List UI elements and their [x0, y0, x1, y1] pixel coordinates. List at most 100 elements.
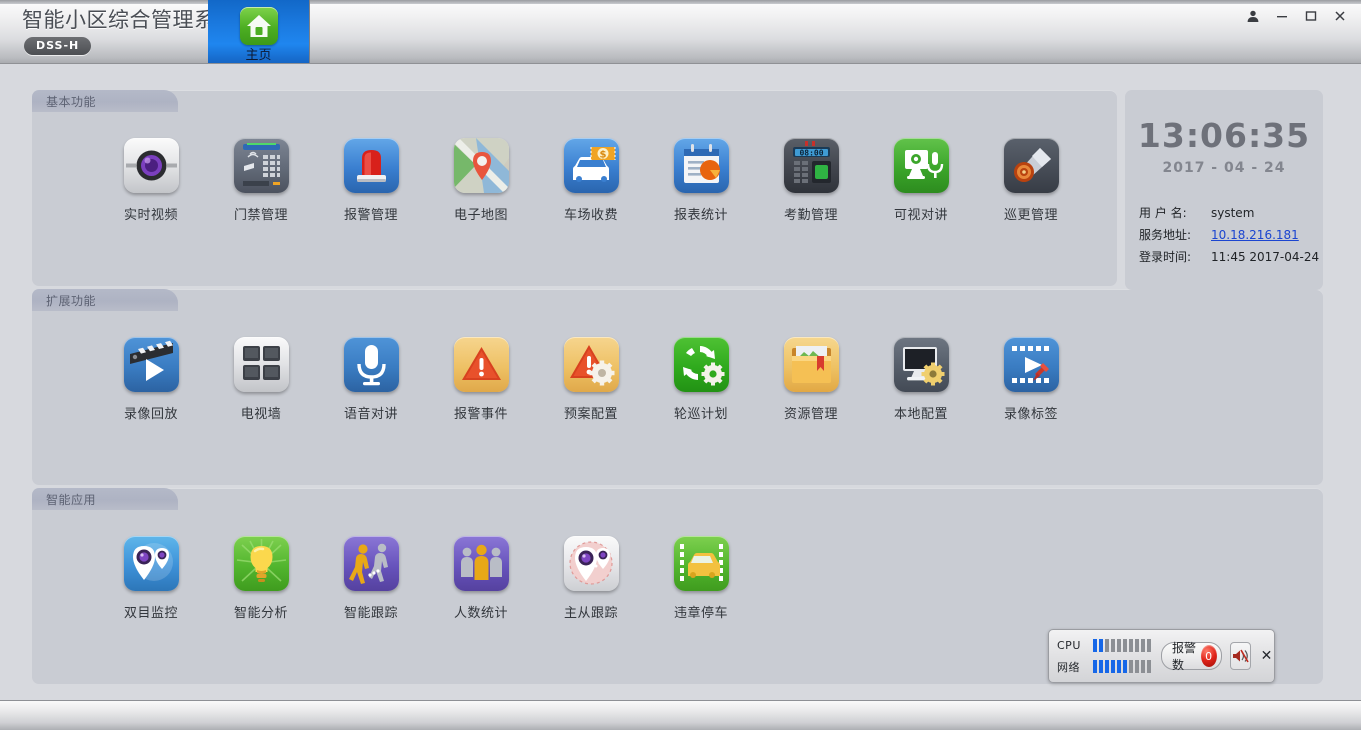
app-tile-smart-analysis[interactable]: 智能分析 [206, 536, 316, 621]
user-icon[interactable] [1240, 5, 1266, 27]
network-bars [1093, 660, 1151, 673]
section-header: 基本功能 [32, 90, 178, 112]
tile-label: 智能跟踪 [343, 606, 398, 621]
tab-home[interactable]: 主页 [208, 0, 310, 63]
warning-triangle-icon [453, 337, 509, 392]
app-tile-voice-intercom[interactable]: 语音对讲 [316, 337, 426, 422]
tile-label: 双目监控 [123, 606, 178, 621]
app-tile-plan-config[interactable]: 预案配置 [536, 337, 646, 422]
cpu-bars [1093, 639, 1151, 652]
tile-label: 报警管理 [343, 208, 398, 223]
meter-bar [1105, 660, 1109, 673]
tile-label: 预案配置 [563, 407, 618, 422]
people-track-icon [343, 536, 399, 591]
app-tile-alarm-management[interactable]: 报警管理 [316, 138, 426, 223]
film-pin-icon [1003, 337, 1059, 392]
minimize-button[interactable] [1269, 5, 1295, 27]
info-key: 用 户 名: [1139, 206, 1187, 220]
warning-gear-icon [563, 337, 619, 392]
meter-bar [1093, 660, 1097, 673]
tile-label: 主从跟踪 [563, 606, 618, 621]
meter-bar [1141, 660, 1145, 673]
app-tile-people-counting[interactable]: 人数统计 [426, 536, 536, 621]
map-pin-icon [453, 138, 509, 193]
tile-label: 电子地图 [453, 208, 508, 223]
app-tile-illegal-parking[interactable]: 违章停车 [646, 536, 756, 621]
info-row-username: 用 户 名: system [1139, 202, 1323, 224]
icon-grid: 双目监控 智能分析 智能跟踪 人数统计 主从跟踪 违章停车 [32, 510, 1323, 621]
meter-bar [1147, 660, 1151, 673]
meter-bar [1135, 660, 1139, 673]
cpu-label: CPU [1057, 639, 1081, 652]
app-tile-tv-wall[interactable]: 电视墙 [206, 337, 316, 422]
app-tile-playback[interactable]: 录像回放 [96, 337, 206, 422]
tile-label: 考勤管理 [783, 208, 838, 223]
window-controls [1240, 5, 1353, 27]
app-tile-video-intercom[interactable]: 可视对讲 [866, 138, 976, 223]
info-value: system [1211, 206, 1255, 220]
tab-home-label: 主页 [245, 48, 272, 63]
app-tile-report-statistics[interactable]: 报表统计 [646, 138, 756, 223]
close-button[interactable] [1327, 5, 1353, 27]
app-tile-alarm-event[interactable]: 报警事件 [426, 337, 536, 422]
network-meter-row: 网络 [1057, 656, 1151, 677]
tile-label: 可视对讲 [893, 208, 948, 223]
app-tile-attendance[interactable]: 08:00 考勤管理 [756, 138, 866, 223]
meter-bar [1117, 639, 1121, 652]
server-address-link[interactable]: 10.18.216.181 [1211, 224, 1299, 246]
cpu-meter-row: CPU [1057, 635, 1151, 656]
svg-text:08:00: 08:00 [799, 149, 823, 158]
folder-icon [783, 337, 839, 392]
tile-label: 门禁管理 [233, 208, 288, 223]
app-tile-access-control[interactable]: 门禁管理 [206, 138, 316, 223]
info-row-server-address: 服务地址: 10.18.216.181 [1139, 224, 1323, 246]
meter-bar [1147, 639, 1151, 652]
app-tile-video-tag[interactable]: 录像标签 [976, 337, 1086, 422]
section-body: 实时视频 门禁管理 报警管理 电子地图 $ 车场收费 报表统计 08:00 考勤… [32, 112, 1117, 286]
app-tile-master-slave-tracking[interactable]: 主从跟踪 [536, 536, 646, 621]
app-tile-local-config[interactable]: 本地配置 [866, 337, 976, 422]
app-tile-smart-tracking[interactable]: 智能跟踪 [316, 536, 426, 621]
app-title: 智能小区综合管理系统 [22, 8, 237, 32]
car-payment-icon: $ [563, 138, 619, 193]
app-tile-tour-plan[interactable]: 轮巡计划 [646, 337, 756, 422]
app-tile-dual-lens[interactable]: 双目监控 [96, 536, 206, 621]
tile-label: 电视墙 [240, 407, 282, 422]
tile-label: 报警事件 [453, 407, 508, 422]
illegal-parking-icon [673, 536, 729, 591]
meter-bar [1111, 639, 1115, 652]
section-title: 扩展功能 [46, 294, 97, 308]
tile-label: 录像回放 [123, 407, 178, 422]
speaker-mute-icon[interactable] [1229, 642, 1252, 670]
attendance-clock-icon: 08:00 [783, 138, 839, 193]
monitor-gear-icon [893, 337, 949, 392]
alarm-count-label: 报警数 [1172, 641, 1197, 672]
tile-label: 实时视频 [123, 208, 178, 223]
maximize-button[interactable] [1298, 5, 1324, 27]
app-tile-emap[interactable]: 电子地图 [426, 138, 536, 223]
app-tile-realtime-video[interactable]: 实时视频 [96, 138, 206, 223]
meter-bar [1123, 660, 1127, 673]
app-tile-resource-management[interactable]: 资源管理 [756, 337, 866, 422]
close-status-widget-button[interactable]: ✕ [1259, 646, 1274, 666]
product-badge: DSS-H [24, 37, 92, 55]
app-tile-parking-fee[interactable]: $ 车场收费 [536, 138, 646, 223]
network-label: 网络 [1057, 660, 1080, 674]
tile-label: 巡更管理 [1003, 208, 1058, 223]
meter-bar [1099, 660, 1103, 673]
tile-label: 本地配置 [893, 407, 948, 422]
app-tile-patrol[interactable]: 巡更管理 [976, 138, 1086, 223]
camera-icon [123, 138, 179, 193]
svg-text:$: $ [599, 150, 606, 161]
icon-grid: 录像回放 电视墙 语音对讲 报警事件 预案配置 轮巡计划 资源管理 本地配置 录… [32, 311, 1323, 422]
playback-clapper-icon [123, 337, 179, 392]
section-extended-functions: 扩展功能 录像回放 电视墙 语音对讲 报警事件 预案配置 轮巡计划 资源管理 本… [32, 289, 1323, 485]
section-basic-functions: 基本功能 实时视频 门禁管理 报警管理 电子地图 $ 车场收费 报表统计 08:… [32, 90, 1117, 286]
tile-label: 人数统计 [453, 606, 508, 621]
tile-label: 语音对讲 [343, 407, 398, 422]
alarm-count-badge: 0 [1200, 645, 1217, 667]
lightbulb-icon [233, 536, 289, 591]
tile-label: 资源管理 [783, 407, 838, 422]
alarm-count-button[interactable]: 报警数 0 [1161, 641, 1222, 672]
meter-bar [1105, 639, 1109, 652]
